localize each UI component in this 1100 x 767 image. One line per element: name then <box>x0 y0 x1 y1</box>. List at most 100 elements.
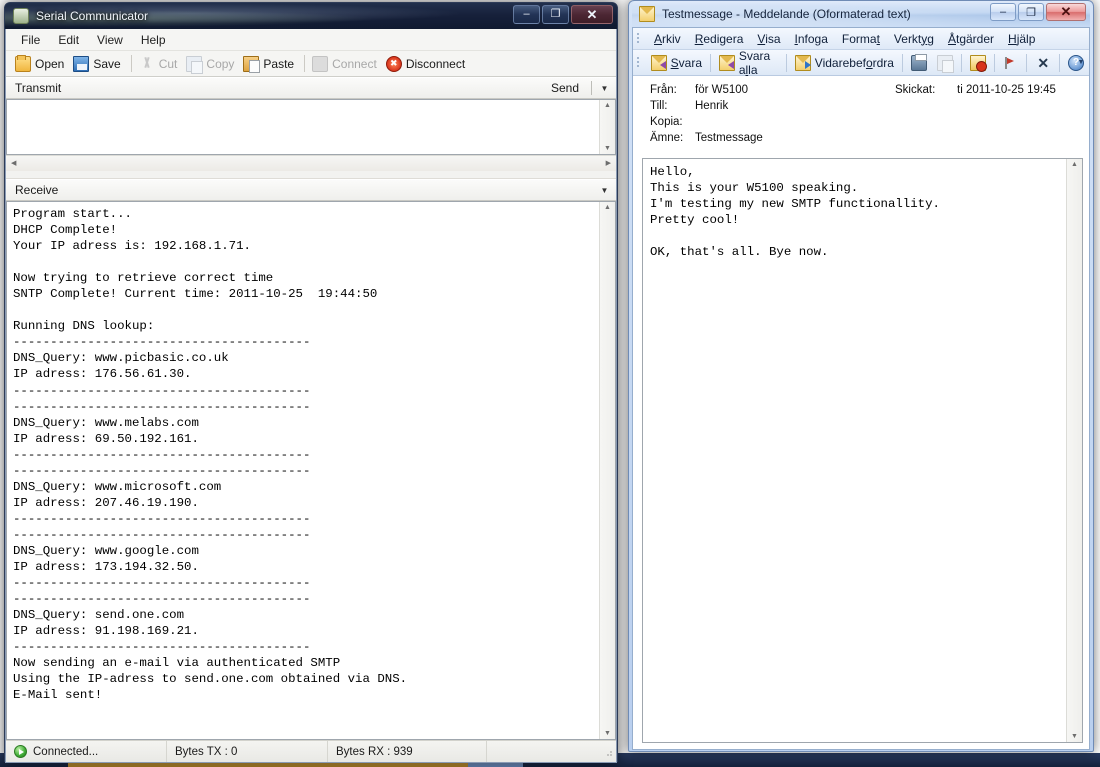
serial-statusbar: Connected... Bytes TX : 0 Bytes RX : 939 <box>6 740 616 762</box>
scroll-down-icon[interactable]: ▼ <box>1068 731 1081 742</box>
send-button[interactable]: Send <box>544 81 586 95</box>
menu-redigera[interactable]: Redigera <box>688 30 751 48</box>
close-button[interactable]: ✕ <box>571 5 613 24</box>
serial-client-area: File Edit View Help Open Save Cut Copy <box>5 29 617 763</box>
toolbar-paste-button[interactable]: Paste <box>240 55 300 73</box>
toolbar-forward-button[interactable]: Vidarebefordra <box>790 54 899 72</box>
toolbar-separator <box>131 55 132 72</box>
toolbar-copy-button[interactable]: Copy <box>183 55 240 73</box>
menu-arkiv[interactable]: Arkiv <box>647 30 688 48</box>
mail-window-controls[interactable]: – ❐ ✕ <box>990 3 1086 21</box>
scroll-right-icon[interactable]: ▶ <box>603 158 614 169</box>
toolbar-copy-label: Copy <box>206 57 234 71</box>
toolbar-overflow-icon[interactable]: ▼ <box>1075 52 1087 73</box>
scroll-left-icon[interactable]: ◀ <box>8 158 19 169</box>
mail-body-vertical-scrollbar[interactable]: ▲ ▼ <box>1066 159 1082 742</box>
mail-client-area: Arkiv Redigera Visa Infoga Format Verkty… <box>632 27 1090 750</box>
maximize-button[interactable]: ❐ <box>1018 3 1044 21</box>
toolbar-disconnect-label: Disconnect <box>406 57 465 71</box>
menu-atgarder[interactable]: Åtgärder <box>941 30 1001 48</box>
menu-hjalp[interactable]: Hjälp <box>1001 30 1042 48</box>
receive-output-text: Program start... DHCP Complete! Your IP … <box>7 202 598 739</box>
toolbar-save-button[interactable]: Save <box>70 55 126 73</box>
serial-toolbar[interactable]: Open Save Cut Copy Paste Connec <box>6 51 616 77</box>
transmit-input[interactable] <box>7 100 598 154</box>
transmit-vertical-scrollbar[interactable]: ▲ ▼ <box>599 100 615 154</box>
toolbar-separator <box>1026 54 1027 72</box>
transmit-chevron-down-icon[interactable]: ▼ <box>597 84 612 93</box>
menu-infoga[interactable]: Infoga <box>788 30 835 48</box>
serial-window-controls[interactable]: – ❐ ✕ <box>513 5 613 24</box>
scroll-down-icon[interactable]: ▼ <box>601 143 614 154</box>
forward-icon <box>795 55 811 71</box>
serial-app-icon <box>13 8 29 24</box>
serial-titlebar[interactable]: Serial Communicator – ❐ ✕ <box>5 3 617 29</box>
transmit-horizontal-scrollbar[interactable]: ◀ ▶ <box>6 155 616 171</box>
minimize-button[interactable]: – <box>990 3 1016 21</box>
menu-file[interactable]: File <box>12 31 49 49</box>
toolbar-open-label: Open <box>35 57 64 71</box>
toolbar-block-sender-button[interactable] <box>965 54 991 72</box>
mail-window-frame: Testmessage - Meddelande (Oformaterad te… <box>628 0 1094 752</box>
subject-label: Ämne: <box>633 132 695 144</box>
scroll-up-icon[interactable]: ▲ <box>1068 159 1081 170</box>
scroll-down-icon[interactable]: ▼ <box>601 728 614 739</box>
menu-edit[interactable]: Edit <box>49 31 88 49</box>
toolbar-delete-button[interactable]: ✕ <box>1030 54 1056 72</box>
disconnect-icon <box>386 56 402 72</box>
print-icon <box>911 55 927 71</box>
toolbar-separator <box>786 54 787 72</box>
receive-output-container[interactable]: Program start... DHCP Complete! Your IP … <box>6 201 616 740</box>
menu-visa[interactable]: Visa <box>750 30 787 48</box>
menu-help[interactable]: Help <box>132 31 175 49</box>
status-connection-label: Connected... <box>33 746 98 758</box>
statusbar-separator <box>486 741 487 762</box>
toolbar-save-label: Save <box>93 57 120 71</box>
receive-vertical-scrollbar[interactable]: ▲ ▼ <box>599 202 615 739</box>
to-value: Henrik <box>695 100 895 112</box>
toolbar-open-button[interactable]: Open <box>12 55 70 73</box>
mail-toolbar[interactable]: Svara Svara alla Vidarebefordra <box>633 50 1089 76</box>
toolbar-connect-button[interactable]: Connect <box>309 55 383 73</box>
transmit-panel-header: Transmit Send ▼ <box>6 77 616 99</box>
toolbar-flag-button[interactable] <box>997 54 1023 72</box>
header-row-subject: Ämne: Testmessage <box>633 132 1089 148</box>
receive-chevron-down-icon[interactable]: ▼ <box>597 186 612 195</box>
toolbar-grip-icon[interactable] <box>636 55 642 71</box>
resize-grip-icon[interactable] <box>599 745 613 759</box>
mail-header-fields: Från: för W5100 Skickat: ti 2011-10-25 1… <box>633 76 1089 154</box>
folder-open-icon <box>15 56 31 72</box>
toolbar-connect-label: Connect <box>332 57 377 71</box>
mail-body-text: Hello, This is your W5100 speaking. I'm … <box>643 159 1065 742</box>
menu-view[interactable]: View <box>88 31 132 49</box>
maximize-button[interactable]: ❐ <box>542 5 569 24</box>
toolbar-separator <box>1059 54 1060 72</box>
mail-message-window[interactable]: Testmessage - Meddelande (Oformaterad te… <box>628 0 1094 752</box>
scroll-up-icon[interactable]: ▲ <box>601 100 614 111</box>
toolbar-separator <box>994 54 995 72</box>
toolbar-print-button[interactable] <box>906 54 932 72</box>
subject-value: Testmessage <box>695 132 895 144</box>
menubar-grip-icon[interactable] <box>636 31 643 47</box>
from-value: för W5100 <box>695 84 895 96</box>
serial-communicator-window[interactable]: Serial Communicator – ❐ ✕ File Edit View… <box>4 2 618 762</box>
scroll-up-icon[interactable]: ▲ <box>601 202 614 213</box>
connect-plug-icon <box>312 56 328 72</box>
toolbar-disconnect-button[interactable]: Disconnect <box>383 55 471 73</box>
status-bytes-tx: Bytes TX : 0 <box>167 741 327 762</box>
mail-body-container[interactable]: Hello, This is your W5100 speaking. I'm … <box>642 158 1083 743</box>
serial-menubar[interactable]: File Edit View Help <box>6 29 616 51</box>
mail-menubar[interactable]: Arkiv Redigera Visa Infoga Format Verkty… <box>633 28 1089 50</box>
reply-all-icon <box>719 55 735 71</box>
mail-titlebar[interactable]: Testmessage - Meddelande (Oformaterad te… <box>632 1 1090 27</box>
toolbar-reply-all-button[interactable]: Svara alla <box>714 48 783 78</box>
panel-divider <box>6 171 616 179</box>
toolbar-cut-button[interactable]: Cut <box>136 55 184 73</box>
toolbar-copy-button[interactable] <box>932 54 958 72</box>
toolbar-reply-button[interactable]: Svara <box>646 54 707 72</box>
menu-verktyg[interactable]: Verktyg <box>887 30 941 48</box>
menu-format[interactable]: Format <box>835 30 887 48</box>
close-button[interactable]: ✕ <box>1046 3 1086 21</box>
minimize-button[interactable]: – <box>513 5 540 24</box>
transmit-input-container[interactable]: ▲ ▼ <box>6 99 616 155</box>
